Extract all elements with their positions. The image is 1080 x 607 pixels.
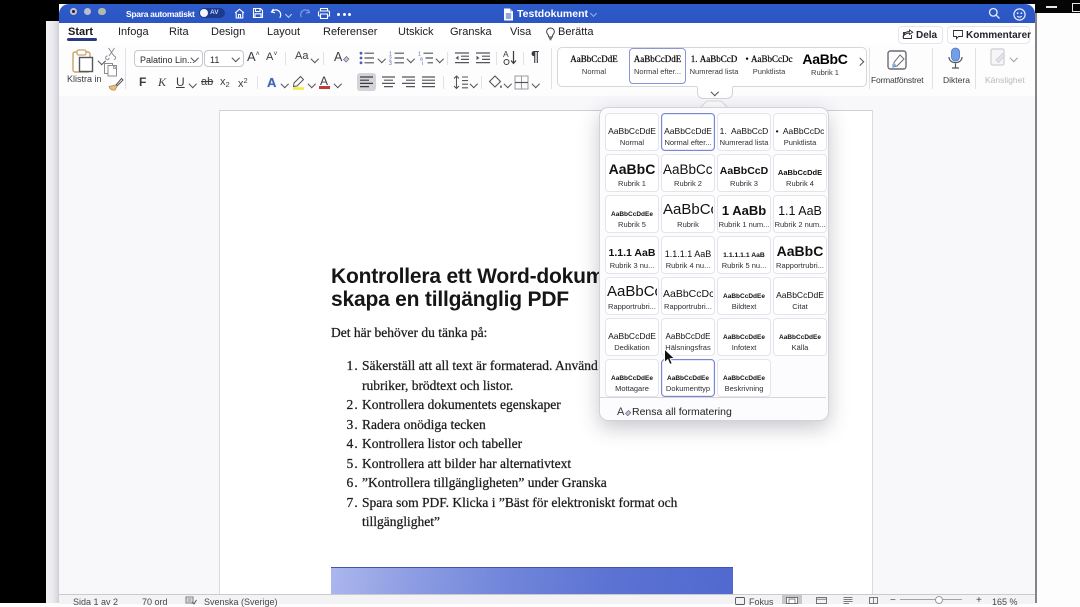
svg-text:A: A <box>503 49 509 59</box>
svg-text:A: A <box>334 50 343 64</box>
svg-text:3: 3 <box>389 61 392 65</box>
svg-text:i: i <box>422 61 423 65</box>
svg-text:A: A <box>617 406 625 418</box>
